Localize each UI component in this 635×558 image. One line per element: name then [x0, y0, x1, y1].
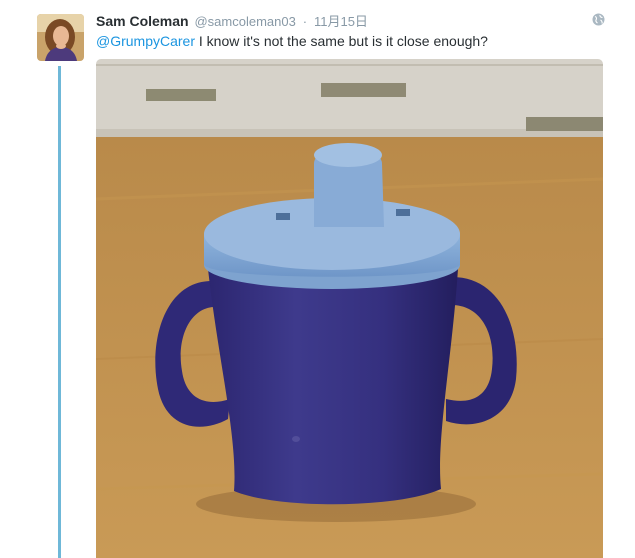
avatar[interactable]	[37, 14, 84, 61]
mention-link[interactable]: @GrumpyCarer	[96, 33, 195, 49]
tweet-photo[interactable]	[96, 59, 603, 558]
avatar-photo	[37, 14, 84, 61]
meta-separator: ·	[302, 14, 308, 29]
tweet-timestamp[interactable]: 11月15日	[314, 14, 368, 29]
user-handle[interactable]: @samcoleman03	[194, 14, 295, 29]
sippy-cup-photo	[96, 59, 603, 558]
tweet-header: Sam Coleman @samcoleman03 · 11月15日	[96, 12, 368, 30]
display-name[interactable]: Sam Coleman	[96, 13, 189, 29]
tweet-body: I know it's not the same but is it close…	[195, 33, 488, 49]
globe-icon[interactable]	[592, 13, 605, 26]
thread-connector-line	[58, 66, 61, 558]
tweet-text: @GrumpyCarer I know it's not the same bu…	[96, 32, 616, 50]
